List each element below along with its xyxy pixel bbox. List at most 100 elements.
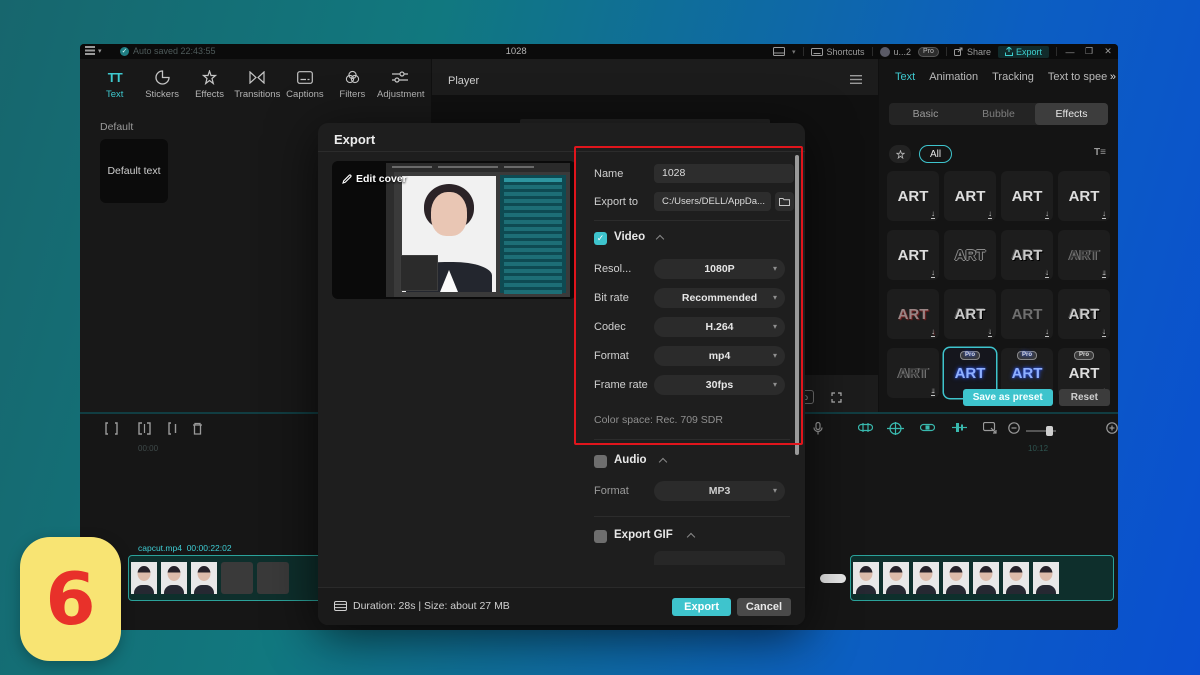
text-icon: TT xyxy=(92,68,137,86)
text-clip-pill[interactable] xyxy=(820,574,846,583)
fullscreen-icon[interactable] xyxy=(831,392,842,403)
close-button[interactable]: ✕ xyxy=(1102,46,1114,57)
bitrate-dropdown[interactable]: Recommended▾ xyxy=(654,288,785,308)
art-effect-label: ART xyxy=(955,306,986,323)
dialog-scrollbar[interactable] xyxy=(795,155,799,455)
art-effect-tile[interactable]: ART↓ xyxy=(1058,230,1110,280)
export-button-top[interactable]: Export xyxy=(998,46,1049,58)
maximize-button[interactable]: ❐ xyxy=(1083,46,1095,57)
collapse-caret-icon[interactable] xyxy=(687,533,695,541)
subtab-bubble[interactable]: Bubble xyxy=(962,103,1035,125)
layout-icon[interactable] xyxy=(773,47,785,56)
chevron-down-icon[interactable]: ▾ xyxy=(792,48,796,56)
share-button[interactable]: Share xyxy=(954,47,991,57)
tool-tabs: TT Text Stickers Effects Transitions xyxy=(80,59,431,106)
video-clip-left[interactable] xyxy=(128,555,322,601)
tab-text-props[interactable]: Text xyxy=(895,71,915,83)
art-effect-tile[interactable]: ART↓ xyxy=(887,171,939,221)
cancel-button[interactable]: Cancel xyxy=(737,598,791,616)
art-effect-tile[interactable]: ART↓ xyxy=(1001,171,1053,221)
trim-right-icon[interactable] xyxy=(168,422,179,435)
art-effect-tile[interactable]: ART↓ xyxy=(1058,171,1110,221)
preview-axis-icon[interactable] xyxy=(983,422,997,434)
tab-text-to-speech[interactable]: Text to speech xyxy=(1048,71,1107,83)
mixer-tool-icon[interactable] xyxy=(952,422,967,433)
tab-captions[interactable]: Captions xyxy=(282,65,327,106)
filter-all-button[interactable]: All xyxy=(919,145,952,163)
divider xyxy=(946,47,947,56)
collapse-caret-icon[interactable] xyxy=(659,458,667,466)
star-icon xyxy=(896,150,905,159)
tab-text[interactable]: TT Text xyxy=(92,65,137,106)
tab-animation[interactable]: Animation xyxy=(929,71,978,83)
reset-button[interactable]: Reset xyxy=(1059,389,1110,406)
audio-format-dropdown[interactable]: MP3▾ xyxy=(654,481,785,501)
trim-left-icon[interactable] xyxy=(138,422,151,435)
collapse-caret-icon[interactable] xyxy=(656,235,664,243)
video-checkbox[interactable]: ✓ xyxy=(594,232,607,245)
video-clip-right[interactable] xyxy=(850,555,1114,601)
export-gif-checkbox[interactable] xyxy=(594,530,607,543)
export-path-input[interactable]: C:/Users/DELL/AppDa... xyxy=(654,192,771,211)
tabs-overflow-chevron[interactable]: » xyxy=(1108,71,1116,83)
art-effect-tile[interactable]: ART↓ xyxy=(887,230,939,280)
record-voiceover-icon[interactable] xyxy=(813,422,823,435)
art-effect-tile[interactable]: ART↓ xyxy=(887,348,939,398)
framerate-dropdown[interactable]: 30fps▾ xyxy=(654,375,785,395)
chevron-down-icon[interactable]: ▾ xyxy=(98,47,102,55)
codec-dropdown[interactable]: H.264▾ xyxy=(654,317,785,337)
divider xyxy=(318,151,805,152)
art-effect-tile[interactable]: ART↓ xyxy=(1058,289,1110,339)
art-effect-tile[interactable]: ART↓ xyxy=(944,289,996,339)
art-effect-tile[interactable]: ART xyxy=(944,230,996,280)
shortcuts-button[interactable]: Shortcuts xyxy=(811,47,865,57)
tab-transitions[interactable]: Transitions xyxy=(234,65,280,106)
resolution-label: Resol... xyxy=(594,263,631,275)
pencil-icon xyxy=(342,174,352,184)
name-input[interactable]: 1028 xyxy=(654,164,794,183)
edit-cover-button[interactable]: Edit cover xyxy=(342,173,407,185)
art-effect-tile[interactable]: ART↓ xyxy=(887,289,939,339)
audio-tool-icon[interactable] xyxy=(858,422,873,433)
minimize-button[interactable]: — xyxy=(1064,47,1076,57)
keyframe-tool-icon[interactable] xyxy=(887,422,904,435)
browse-folder-button[interactable] xyxy=(775,192,794,211)
save-as-preset-button[interactable]: Save as preset xyxy=(963,389,1053,406)
default-text-tile[interactable]: Default text xyxy=(100,139,168,203)
clip-thumbnail xyxy=(943,562,969,594)
avatar xyxy=(880,47,890,57)
zoom-in-icon[interactable] xyxy=(1106,422,1118,434)
tab-effects[interactable]: Effects xyxy=(187,65,232,106)
mask-tool-icon[interactable] xyxy=(920,422,935,433)
zoom-slider-handle[interactable] xyxy=(1046,426,1053,436)
resolution-dropdown[interactable]: 1080P▾ xyxy=(654,259,785,279)
subtab-effects[interactable]: Effects xyxy=(1035,103,1108,125)
tab-filters[interactable]: Filters xyxy=(330,65,375,106)
audio-checkbox[interactable] xyxy=(594,455,607,468)
clip-info-label: capcut.mp4 00:00:22:02 xyxy=(138,543,232,553)
captions-icon xyxy=(282,68,327,86)
tab-stickers[interactable]: Stickers xyxy=(139,65,184,106)
player-menu-icon[interactable] xyxy=(850,75,862,84)
tab-adjustment[interactable]: Adjustment xyxy=(377,65,423,106)
export-confirm-button[interactable]: Export xyxy=(672,598,731,616)
export-to-label: Export to xyxy=(594,196,638,208)
app-menu-icon[interactable] xyxy=(85,46,95,55)
user-account-button[interactable]: u...2 xyxy=(880,47,912,57)
favorites-button[interactable] xyxy=(889,145,911,163)
clip-frame-placeholder xyxy=(257,562,289,594)
format-dropdown[interactable]: mp4▾ xyxy=(654,346,785,366)
split-icon[interactable] xyxy=(105,422,118,435)
art-effect-tile[interactable]: ART↓ xyxy=(1001,230,1053,280)
autosave-status: ✓ Auto saved 22:43:55 xyxy=(120,46,216,56)
gif-resolution-partial xyxy=(654,551,785,565)
player-title: Player xyxy=(448,75,479,87)
text-filter-icon[interactable]: T≡ xyxy=(1094,147,1106,158)
subtab-basic[interactable]: Basic xyxy=(889,103,962,125)
download-icon: ↓ xyxy=(931,210,935,219)
delete-icon[interactable] xyxy=(192,422,203,435)
zoom-out-icon[interactable] xyxy=(1008,422,1020,434)
art-effect-tile[interactable]: ART↓ xyxy=(944,171,996,221)
art-effect-tile[interactable]: ART↓ xyxy=(1001,289,1053,339)
tab-tracking[interactable]: Tracking xyxy=(992,71,1034,83)
